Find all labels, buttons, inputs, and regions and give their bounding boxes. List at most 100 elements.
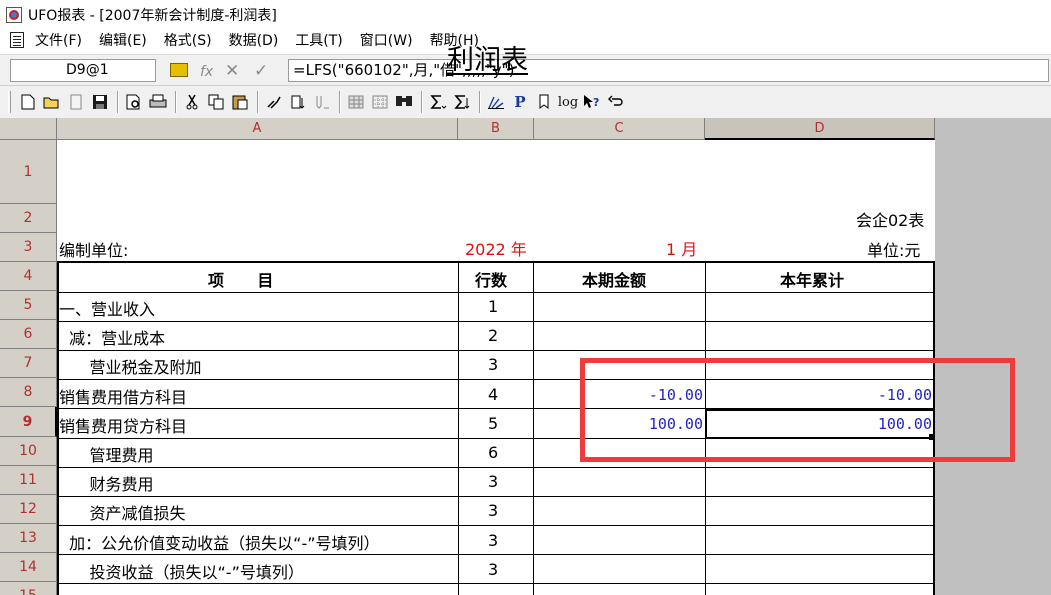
menu-data[interactable]: 数据(D)	[229, 30, 279, 50]
insert-col-icon[interactable]	[287, 91, 309, 113]
row-line-no: 1	[488, 297, 499, 316]
table-row-line	[57, 292, 935, 293]
unit-label: 单位:元	[867, 241, 921, 260]
header-line-no: 行数	[475, 271, 508, 290]
ufo-app-icon	[6, 6, 22, 23]
row-header-5[interactable]: 5	[0, 291, 57, 320]
log-icon-label: log	[557, 94, 579, 110]
open-icon[interactable]	[41, 91, 63, 113]
row-line-no: 3	[488, 501, 499, 520]
row-item: 加：公允价值变动收益（损失以“-”号填列）	[59, 534, 380, 553]
column-header-c[interactable]: C	[534, 118, 705, 140]
row-header-3[interactable]: 3	[0, 233, 57, 262]
table-row-line	[57, 350, 935, 351]
select-all-corner[interactable]	[0, 118, 57, 140]
row-item: 财务费用	[59, 475, 154, 494]
row-line-no: 3	[488, 560, 499, 579]
row-header-8[interactable]: 8	[0, 378, 57, 407]
row-line-no: 3	[488, 472, 499, 491]
row-header-9[interactable]: 9	[0, 407, 57, 437]
menu-edit[interactable]: 编辑(E)	[99, 30, 147, 50]
fill-icon[interactable]	[345, 91, 367, 113]
fx-icon[interactable]: fx	[200, 62, 213, 82]
row-item: 销售费用贷方科目	[59, 417, 188, 436]
sum-area-icon[interactable]	[451, 91, 473, 113]
help-icon[interactable]: ?	[581, 91, 603, 113]
row-header-2[interactable]: 2	[0, 204, 57, 233]
document-menu-icon[interactable]	[10, 32, 24, 48]
row-item: 减：营业成本	[59, 329, 166, 348]
toolbar-separator	[257, 91, 259, 113]
formula-input[interactable]: =LFS("660102",月,"借",,,,,"y")	[288, 59, 1049, 82]
row-header-13[interactable]: 13	[0, 524, 57, 553]
function-wizard-icon[interactable]	[170, 63, 188, 77]
p-icon-label: P	[514, 93, 526, 111]
header-ytd: 本年累计	[780, 271, 845, 290]
sum-icon[interactable]	[427, 91, 449, 113]
column-header-d[interactable]: D	[705, 118, 935, 140]
row-header-15[interactable]: 15	[0, 582, 57, 595]
column-header-a[interactable]: A	[57, 118, 458, 140]
preview-icon[interactable]	[123, 91, 145, 113]
save-icon[interactable]	[89, 91, 111, 113]
row-header-6[interactable]: 6	[0, 320, 57, 349]
copy-icon[interactable]	[205, 91, 227, 113]
cell-reference-box[interactable]: D9@1	[10, 59, 156, 82]
grid-icon[interactable]	[369, 91, 391, 113]
toolbar: P log ?	[0, 86, 1051, 118]
confirm-icon[interactable]: ✓	[254, 61, 268, 81]
toolbar-separator	[117, 91, 119, 113]
row-line-no: 3	[488, 531, 499, 550]
log-icon[interactable]: log	[557, 91, 579, 113]
paste-icon[interactable]	[229, 91, 251, 113]
cut-icon[interactable]	[181, 91, 203, 113]
row-header-7[interactable]: 7	[0, 349, 57, 378]
print-icon[interactable]	[147, 91, 169, 113]
find-icon[interactable]	[393, 91, 415, 113]
undo-icon[interactable]	[605, 91, 627, 113]
title-bar: UFO报表 - [2007年新会计制度-利润表]	[0, 0, 1051, 29]
bookmark-icon[interactable]	[533, 91, 555, 113]
menu-tools[interactable]: 工具(T)	[295, 30, 342, 50]
column-header-b[interactable]: B	[458, 118, 534, 140]
table-top-border	[57, 261, 935, 263]
row-header-14[interactable]: 14	[0, 553, 57, 582]
row-line-no: 4	[488, 385, 499, 404]
chart-icon[interactable]	[485, 91, 507, 113]
cancel-icon[interactable]: ✕	[225, 61, 239, 81]
row-header-10[interactable]: 10	[0, 437, 57, 466]
toolbar-separator	[421, 91, 423, 113]
toolbar-separator	[339, 91, 341, 113]
p-icon[interactable]: P	[509, 91, 531, 113]
menu-file[interactable]: 文件(F)	[35, 30, 82, 50]
header-item: 项 目	[208, 271, 274, 290]
table-row-line	[57, 554, 935, 555]
menu-window[interactable]: 窗口(W)	[360, 30, 413, 50]
toolbar-separator	[175, 91, 177, 113]
toolbar-grip[interactable]	[8, 91, 11, 113]
row-line-no: 5	[488, 414, 499, 433]
row-header-12[interactable]: 12	[0, 495, 57, 524]
row-header-1[interactable]: 1	[0, 140, 57, 204]
table-row-line	[57, 496, 935, 497]
menu-format[interactable]: 格式(S)	[164, 30, 212, 50]
report-month[interactable]: 1 月	[666, 236, 697, 260]
row-header-4[interactable]: 4	[0, 262, 57, 291]
table-row-line	[57, 467, 935, 468]
row-header-11[interactable]: 11	[0, 466, 57, 495]
new-icon[interactable]	[17, 91, 39, 113]
format-painter-icon[interactable]	[263, 91, 285, 113]
table-row-line	[57, 525, 935, 526]
row-line-no: 6	[488, 443, 499, 462]
svg-text:?: ?	[593, 96, 599, 109]
sort-icon[interactable]	[311, 91, 333, 113]
blank-icon[interactable]	[65, 91, 87, 113]
table-col-divider	[458, 261, 459, 595]
report-year[interactable]: 2022 年	[465, 236, 527, 260]
row-item: 一、营业收入	[59, 300, 156, 319]
header-current: 本期金额	[582, 271, 647, 290]
form-code: 会企02表	[856, 211, 925, 230]
preparer-label: 编制单位:	[59, 241, 129, 260]
row-line-no: 2	[488, 326, 499, 345]
toolbar-separator	[479, 91, 481, 113]
